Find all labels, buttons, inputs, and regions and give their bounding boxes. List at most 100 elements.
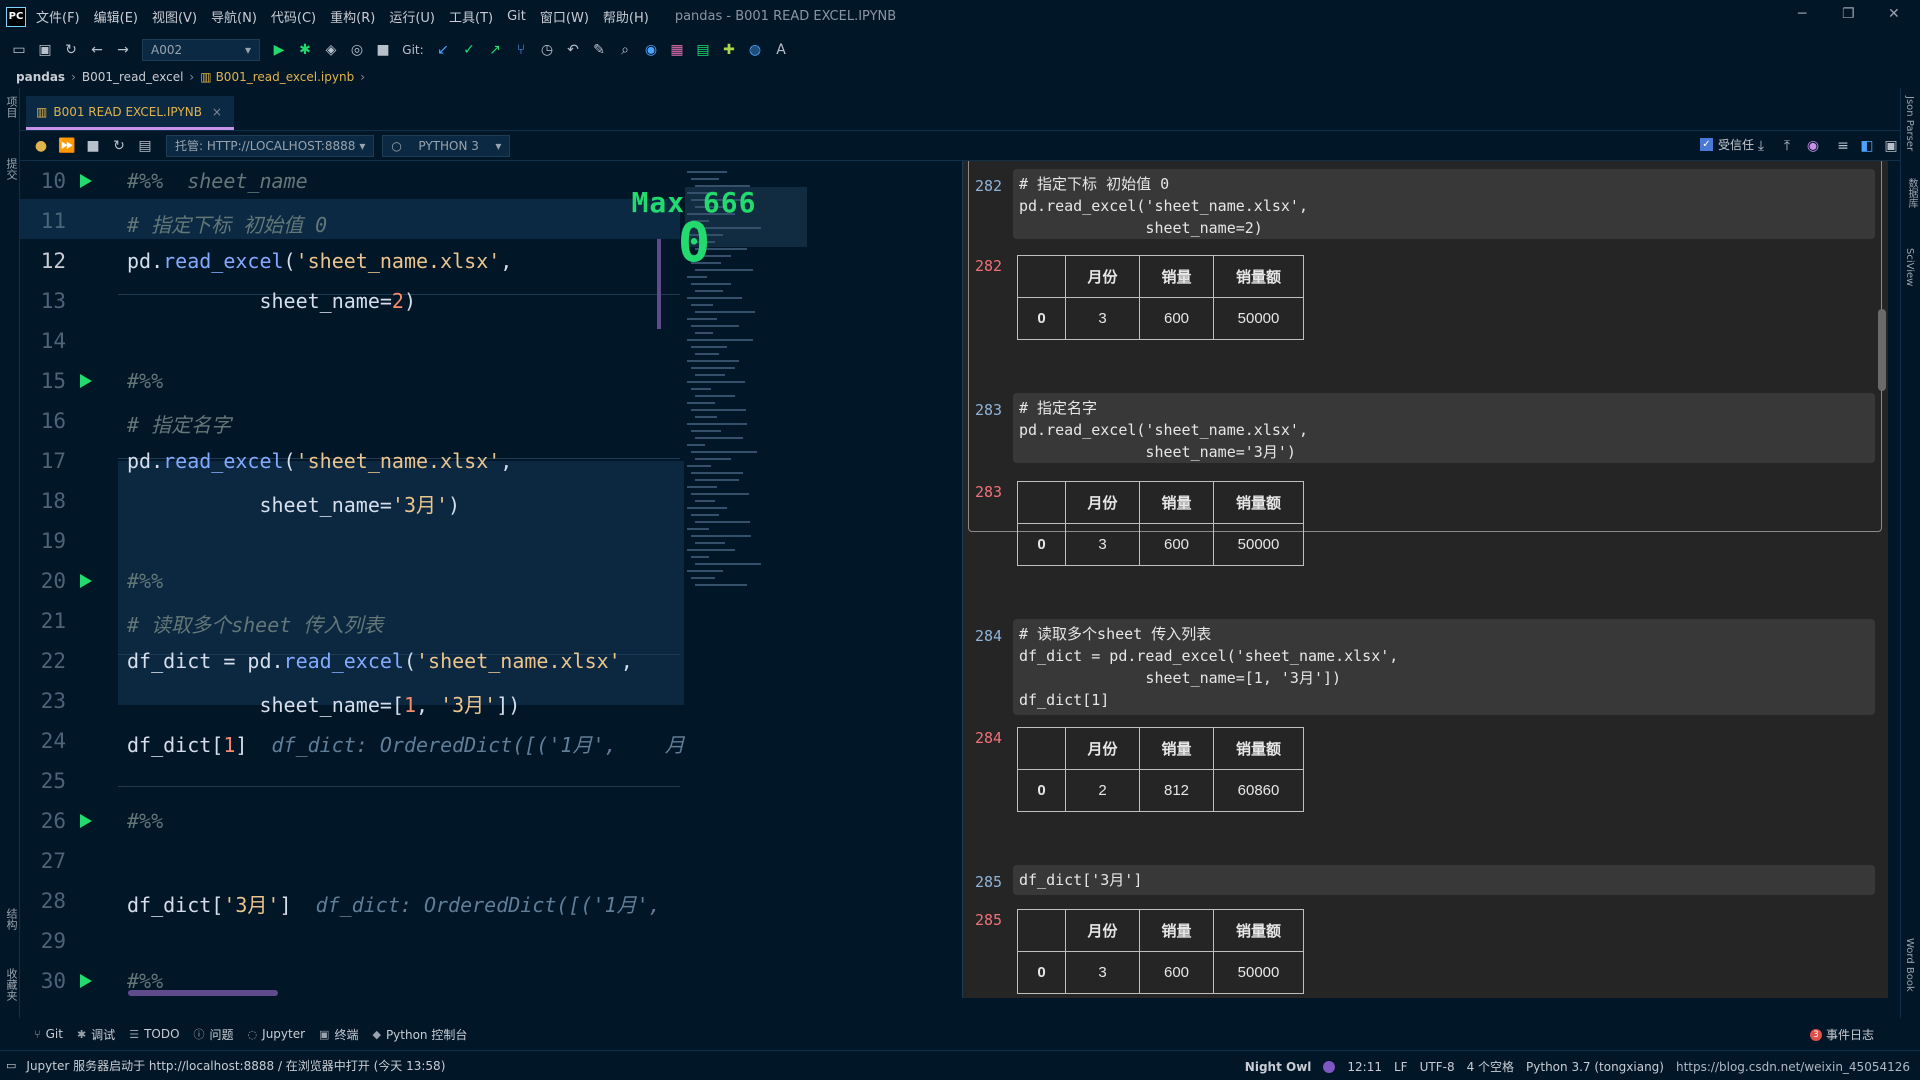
menu-code[interactable]: 代码(C)	[271, 7, 316, 26]
minimap-line	[687, 549, 735, 551]
run-cell-icon[interactable]	[80, 974, 92, 988]
history-icon[interactable]: ◷	[534, 37, 560, 63]
menu-navigate[interactable]: 导航(N)	[211, 7, 257, 26]
menu-git[interactable]: Git	[507, 9, 526, 24]
breadcrumb-file[interactable]: B001_read_excel.ipynb	[216, 70, 355, 84]
move-down-icon[interactable]: ⤓	[1748, 133, 1774, 159]
preview-scrollbar[interactable]	[1878, 309, 1886, 391]
indent-setting[interactable]: 4 个空格	[1467, 1058, 1514, 1075]
run-cell-icon[interactable]	[80, 374, 92, 388]
git-push-icon[interactable]: ↗	[482, 37, 508, 63]
watch-icon[interactable]: ◉	[1800, 133, 1826, 159]
preview-code-cell[interactable]: df_dict['3月']	[1013, 865, 1875, 895]
theme-label[interactable]: Night Owl	[1245, 1060, 1312, 1074]
inspect-icon[interactable]: ◉	[638, 37, 664, 63]
interrupt-icon[interactable]: ■	[80, 133, 106, 159]
sync-icon[interactable]: ↻	[58, 37, 84, 63]
code-line-23: sheet_name=[1, '3月'])	[127, 693, 521, 717]
run-cell-icon[interactable]	[80, 574, 92, 588]
breadcrumb-folder[interactable]: B001_read_excel	[82, 70, 184, 84]
run-icon[interactable]: ▶	[266, 37, 292, 63]
menu-help[interactable]: 帮助(H)	[603, 7, 649, 26]
tooltab-git[interactable]: ⑂ Git	[34, 1027, 63, 1041]
close-icon[interactable]: ×	[212, 105, 222, 119]
tool-project[interactable]: 项目	[3, 96, 19, 118]
profile-icon[interactable]: ◎	[344, 37, 370, 63]
git-commit-icon[interactable]: ✓	[456, 37, 482, 63]
menu-run[interactable]: 运行(U)	[389, 7, 435, 26]
account-icon[interactable]: ◍	[742, 37, 768, 63]
status-message[interactable]: Jupyter 服务器启动于 http://localhost:8888 / 在…	[26, 1057, 445, 1074]
search-icon[interactable]: ⌕	[612, 37, 638, 63]
preview-code-cell[interactable]: # 指定下标 初始值 0 pd.read_excel('sheet_name.x…	[1013, 169, 1875, 239]
menu-edit[interactable]: 编辑(E)	[94, 7, 138, 26]
tooltab-debug[interactable]: ✱ 调试	[77, 1026, 115, 1043]
server-select[interactable]: 托管: HTTP://LOCALHOST:8888 ▾	[166, 134, 375, 157]
save-icon[interactable]: ▣	[32, 37, 58, 63]
notebook-icon: ▥	[200, 70, 212, 84]
plugin-icon[interactable]: ▦	[664, 37, 690, 63]
interpreter[interactable]: Python 3.7 (tongxiang)	[1526, 1060, 1664, 1074]
restart-icon[interactable]: ↻	[106, 133, 132, 159]
code-editor[interactable]: 10 11 12 13 14 15 16 17 18 19 20 21 22 23 24 25 26 27 28 29…	[20, 161, 962, 998]
forward-icon[interactable]: →	[110, 37, 136, 63]
tooltab-todo[interactable]: ☰ TODO	[129, 1027, 179, 1041]
line-separator[interactable]: LF	[1394, 1060, 1408, 1074]
coverage-icon[interactable]: ◈	[318, 37, 344, 63]
menu-tools[interactable]: 工具(T)	[449, 7, 493, 26]
git-update-icon[interactable]: ↙	[430, 37, 456, 63]
menu-window[interactable]: 窗口(W)	[540, 7, 589, 26]
lightbulb-icon[interactable]: ●	[28, 133, 54, 159]
variables-icon[interactable]: ▤	[132, 133, 158, 159]
tool-json-parser[interactable]: Json Parser	[1904, 96, 1915, 151]
layout-icon[interactable]: ▤	[690, 37, 716, 63]
wrench-icon[interactable]: ✎	[586, 37, 612, 63]
tab-notebook[interactable]: ▥ B001 READ EXCEL.IPYNB ×	[26, 96, 234, 130]
minimap[interactable]	[685, 161, 807, 998]
table-cell: 600	[1139, 297, 1214, 340]
puzzle-icon[interactable]: ✚	[716, 37, 742, 63]
breadcrumb-project[interactable]: pandas	[16, 70, 65, 84]
notebook-preview[interactable]: 282 # 指定下标 初始值 0 pd.read_excel('sheet_na…	[962, 161, 1888, 998]
table-header-cell: 月份	[1065, 255, 1140, 298]
restore-icon[interactable]: ❐	[1842, 6, 1855, 22]
menu-refactor[interactable]: 重构(R)	[330, 7, 375, 26]
tool-favorites[interactable]: 收藏夹	[3, 968, 19, 1001]
tooltab-problems[interactable]: ⓘ 问题	[194, 1026, 234, 1043]
translate-icon[interactable]: A	[768, 37, 794, 63]
tool-sciview[interactable]: SciView	[1904, 248, 1915, 286]
kernel-select[interactable]: ○ PYTHON 3 ▾	[382, 134, 511, 157]
close-window-icon[interactable]: ✕	[1888, 6, 1900, 22]
run-all-icon[interactable]: ⏩	[54, 133, 80, 159]
open-folder-icon[interactable]: ▭	[6, 37, 32, 63]
tooltab-python-console[interactable]: ◆ Python 控制台	[372, 1026, 467, 1043]
preview-code-cell[interactable]: # 指定名字 pd.read_excel('sheet_name.xlsx', …	[1013, 393, 1875, 463]
preview-code-cell[interactable]: # 读取多个sheet 传入列表 df_dict = pd.read_excel…	[1013, 619, 1875, 715]
tooltab-terminal[interactable]: ▣ 终端	[319, 1026, 358, 1043]
caret-position[interactable]: 12:11	[1347, 1060, 1382, 1074]
python-icon: ◆	[372, 1027, 381, 1041]
editor-only-icon[interactable]: ≡	[1830, 133, 1856, 159]
minimize-icon[interactable]: ─	[1798, 6, 1806, 22]
menu-view[interactable]: 视图(V)	[152, 7, 197, 26]
trusted-toggle[interactable]: ✓ 受信任	[1699, 136, 1754, 153]
tool-commit[interactable]: 提交	[3, 158, 19, 180]
run-cell-icon[interactable]	[80, 814, 92, 828]
tool-word-book[interactable]: Word Book	[1904, 938, 1915, 992]
horizontal-scrollbar[interactable]	[128, 990, 278, 996]
file-encoding[interactable]: UTF-8	[1420, 1060, 1455, 1074]
tool-structure[interactable]: 结构	[3, 908, 19, 930]
split-view-icon[interactable]: ◧	[1854, 133, 1880, 159]
menu-file[interactable]: 文件(F)	[36, 7, 80, 26]
stop-icon[interactable]: ■	[370, 37, 396, 63]
tool-database[interactable]: 数据库	[1904, 178, 1919, 208]
git-branch-icon[interactable]: ⑂	[508, 37, 534, 63]
run-cell-icon[interactable]	[80, 174, 92, 188]
event-log-button[interactable]: 3 事件日志	[1809, 1026, 1874, 1043]
back-icon[interactable]: ←	[84, 37, 110, 63]
run-config-select[interactable]: A002 ▾	[142, 39, 260, 61]
move-up-icon[interactable]: ⤒	[1774, 133, 1800, 159]
tooltab-jupyter[interactable]: ◌ Jupyter	[248, 1027, 306, 1041]
rollback-icon[interactable]: ↶	[560, 37, 586, 63]
debug-icon[interactable]: ✱	[292, 37, 318, 63]
